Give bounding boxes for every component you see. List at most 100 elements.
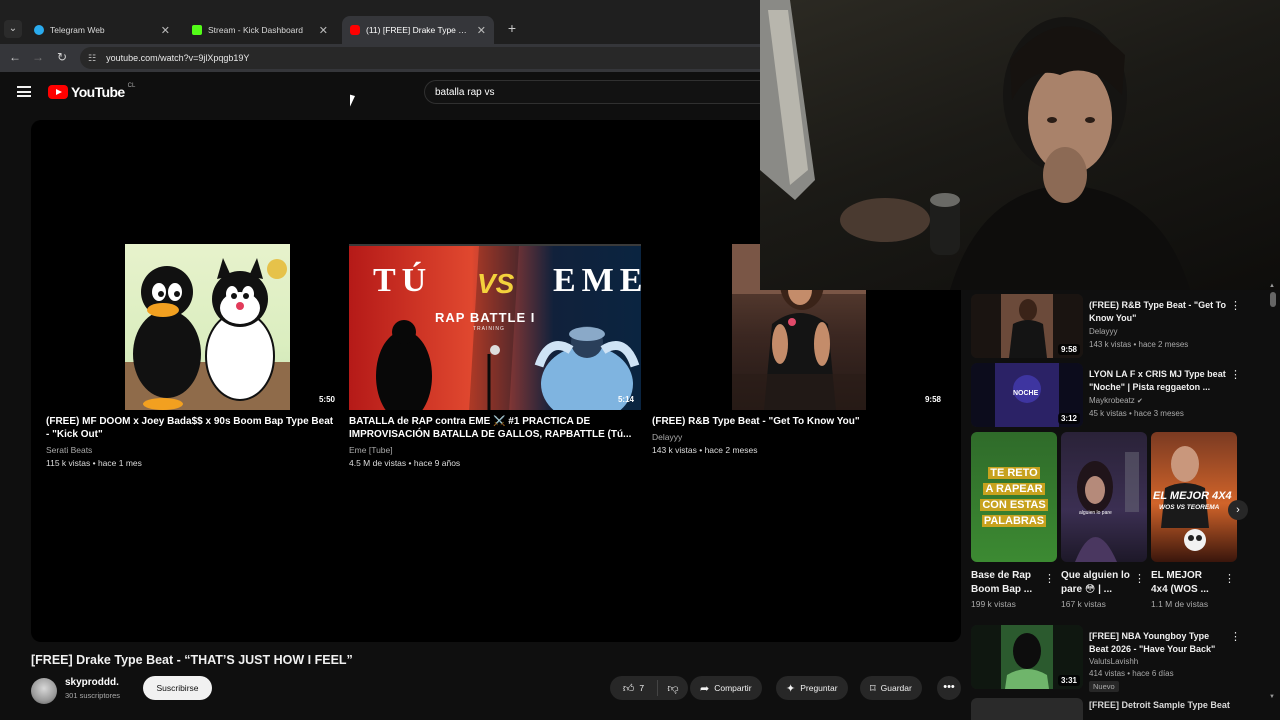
more-horiz-icon[interactable]: ••• bbox=[937, 676, 961, 700]
end-screen-channel[interactable]: Eme [Tube] bbox=[349, 444, 644, 456]
subscriber-count: 301 suscriptores bbox=[65, 691, 121, 700]
youtube-logo[interactable]: YouTube CL bbox=[48, 83, 135, 100]
youtube-play-icon bbox=[48, 85, 68, 99]
ask-button[interactable]: ✦ Preguntar bbox=[776, 676, 848, 700]
channel-name[interactable]: skyproddd. bbox=[65, 677, 119, 688]
like-dislike-group: 👍︎ 7 👎︎ bbox=[610, 676, 688, 700]
dislike-button[interactable]: 👎︎ bbox=[658, 682, 688, 695]
recommendation-channel[interactable]: Delayyy bbox=[1089, 327, 1117, 336]
short-title[interactable]: Que alguien lo pare 😳 | ... bbox=[1061, 569, 1131, 597]
end-screen-meta: 115 k vistas • hace 1 mes bbox=[46, 458, 142, 468]
tab-label: (11) [FREE] Drake Type Beat - " bbox=[366, 25, 471, 35]
tab-telegram[interactable]: Telegram Web ✕ bbox=[26, 16, 178, 44]
recommendation-thumbnail[interactable]: NOCHE 3:12 bbox=[971, 363, 1083, 427]
browser-tab-bar: ⌄ Telegram Web ✕ Stream - Kick Dashboard… bbox=[0, 0, 760, 44]
end-screen-thumbnail[interactable]: 5:50 bbox=[46, 244, 341, 410]
site-info-icon[interactable]: ☷ bbox=[88, 53, 96, 64]
short-title[interactable]: EL MEJOR 4x4 (WOS ... bbox=[1151, 569, 1221, 597]
recommendation-title[interactable]: LYON LA F x CRIS MJ Type beat "Noche" | … bbox=[1089, 368, 1229, 394]
scroll-down-icon[interactable]: ▼ bbox=[1269, 694, 1275, 700]
thumb-line: A RAPEAR bbox=[983, 483, 1045, 495]
thumb-line: TE RETO bbox=[988, 467, 1040, 479]
end-screen-channel[interactable]: Serati Beats bbox=[46, 444, 341, 456]
url-input[interactable]: ☷ youtube.com/watch?v=9jlXpqgb19Y bbox=[80, 47, 760, 69]
forward-arrow-icon[interactable]: → bbox=[30, 50, 46, 64]
end-screen-thumbnail[interactable]: TÚ VS EME RAP BATTLE I TRAINING 5:14 bbox=[349, 244, 644, 410]
back-arrow-icon[interactable]: ← bbox=[7, 50, 23, 64]
short-item[interactable]: EL MEJOR 4X4 WOS VS TEOREMA EL MEJOR 4x4… bbox=[1151, 432, 1237, 609]
duration: 5:14 bbox=[617, 395, 634, 404]
like-count: 7 bbox=[639, 683, 645, 693]
more-vert-icon[interactable]: ⋮ bbox=[1224, 572, 1235, 585]
share-label: Compartir bbox=[714, 683, 752, 693]
short-item[interactable]: alguien lo pare Que alguien lo pare 😳 | … bbox=[1061, 432, 1147, 609]
new-badge: Nuevo bbox=[1089, 681, 1119, 692]
recommendation-channel[interactable]: ValutsLavishh bbox=[1089, 657, 1138, 666]
sparkle-icon: ✦ bbox=[786, 682, 796, 695]
short-thumb-text: TE RETO A RAPEAR CON ESTAS PALABRAS bbox=[971, 432, 1057, 562]
share-button[interactable]: ➦ Compartir bbox=[690, 676, 762, 700]
short-item[interactable]: TE RETO A RAPEAR CON ESTAS PALABRAS Base… bbox=[971, 432, 1057, 609]
more-vert-icon[interactable]: ⋮ bbox=[1230, 299, 1241, 312]
more-vert-icon[interactable]: ⋮ bbox=[1134, 572, 1145, 585]
scroll-up-icon[interactable]: ▲ bbox=[1269, 283, 1275, 289]
end-screen-title[interactable]: BATALLA de RAP contra EME ⚔️ #1 PRACTICA… bbox=[349, 415, 639, 441]
save-button[interactable]: ⌑ Guardar bbox=[860, 676, 922, 700]
recommendation-item[interactable]: 3:31 [FREE] NBA Youngboy Type Beat 2026 … bbox=[971, 625, 1261, 692]
recommendation-views: 414 vistas • hace 6 días bbox=[1089, 669, 1174, 678]
recommendation-thumbnail[interactable]: 9:58 bbox=[971, 294, 1083, 358]
short-title[interactable]: Base de Rap Boom Bap ... bbox=[971, 569, 1041, 597]
menu-icon[interactable] bbox=[17, 86, 31, 97]
short-thumbnail[interactable]: alguien lo pare bbox=[1061, 432, 1147, 562]
more-vert-icon[interactable]: ⋮ bbox=[1230, 368, 1241, 381]
subscribe-button[interactable]: Suscribirse bbox=[143, 676, 212, 700]
recommendation-item[interactable]: 9:58 (FREE) R&B Type Beat - "Get To Know… bbox=[971, 294, 1261, 360]
short-thumbnail[interactable]: TE RETO A RAPEAR CON ESTAS PALABRAS bbox=[971, 432, 1057, 562]
recommendation-thumbnail-partial[interactable] bbox=[971, 698, 1083, 720]
end-screen-title[interactable]: (FREE) MF DOOM x Joey Bada$$ x 90s Boom … bbox=[46, 415, 336, 441]
channel-name: Maykrobeatz bbox=[1089, 396, 1135, 405]
close-icon[interactable]: ✕ bbox=[161, 24, 170, 37]
scrollbar-thumb[interactable] bbox=[1270, 292, 1276, 307]
end-screen-meta: 4.5 M de vistas • hace 9 años bbox=[349, 458, 461, 468]
end-screen-channel[interactable]: Delayyy bbox=[652, 431, 947, 443]
rap-battle-thumbnail-art: TÚ VS EME RAP BATTLE I TRAINING bbox=[349, 244, 641, 410]
recommendation-channel[interactable]: Maykrobeatz ✔ bbox=[1089, 396, 1143, 405]
thumbs-down-icon: 👎︎ bbox=[667, 682, 679, 695]
avatar[interactable] bbox=[31, 678, 57, 704]
close-icon[interactable]: ✕ bbox=[477, 24, 486, 37]
short-thumbnail[interactable]: EL MEJOR 4X4 WOS VS TEOREMA bbox=[1151, 432, 1237, 562]
thumb-text: NOCHE bbox=[1013, 390, 1039, 397]
tab-label: Telegram Web bbox=[50, 25, 105, 35]
end-screen-card[interactable]: TÚ VS EME RAP BATTLE I TRAINING 5:14 BAT… bbox=[349, 244, 644, 469]
short-views: 1.1 M de vistas bbox=[1151, 599, 1209, 609]
search-input[interactable]: batalla rap vs bbox=[424, 80, 760, 104]
recommendation-thumbnail[interactable]: 3:31 bbox=[971, 625, 1083, 689]
duration: 9:58 bbox=[924, 395, 941, 404]
recommendation-title[interactable]: [FREE] NBA Youngboy Type Beat 2026 - "Ha… bbox=[1089, 630, 1229, 656]
new-tab-icon[interactable]: + bbox=[504, 20, 520, 36]
tab-kick[interactable]: Stream - Kick Dashboard ✕ bbox=[184, 16, 336, 44]
thumb-sub-text: TRAINING bbox=[473, 326, 505, 332]
more-vert-icon[interactable]: ⋮ bbox=[1044, 572, 1055, 585]
close-icon[interactable]: ✕ bbox=[319, 24, 328, 37]
more-vert-icon[interactable]: ⋮ bbox=[1230, 630, 1241, 643]
chevron-right-icon[interactable]: › bbox=[1228, 500, 1248, 520]
cartoon-thumbnail-art bbox=[125, 244, 290, 410]
thumb-line: EL MEJOR 4X4 bbox=[1153, 490, 1232, 502]
tab-youtube[interactable]: (11) [FREE] Drake Type Beat - " ✕ bbox=[342, 16, 494, 44]
tab-search-dropdown-icon[interactable]: ⌄ bbox=[4, 20, 22, 38]
youtube-header: YouTube CL batalla rap vs bbox=[0, 72, 760, 114]
short-thumb-caption: alguien lo pare bbox=[1079, 510, 1112, 516]
recommendation-item[interactable]: NOCHE 3:12 LYON LA F x CRIS MJ Type beat… bbox=[971, 363, 1261, 429]
logo-wordmark: YouTube bbox=[71, 84, 125, 100]
short-views: 199 k vistas bbox=[971, 599, 1016, 609]
recommendation-title-partial[interactable]: [FREE] Detroit Sample Type Beat bbox=[1089, 700, 1230, 710]
like-button[interactable]: 👍︎ 7 bbox=[610, 680, 658, 696]
webcam-overlay bbox=[760, 0, 1280, 290]
reload-icon[interactable]: ↻ bbox=[54, 50, 70, 64]
thumbs-up-icon: 👍︎ bbox=[622, 682, 635, 695]
end-screen-title[interactable]: (FREE) R&B Type Beat - "Get To Know You" bbox=[652, 415, 942, 428]
recommendation-title[interactable]: (FREE) R&B Type Beat - "Get To Know You" bbox=[1089, 299, 1229, 325]
end-screen-card[interactable]: 5:50 (FREE) MF DOOM x Joey Bada$$ x 90s … bbox=[46, 244, 341, 469]
